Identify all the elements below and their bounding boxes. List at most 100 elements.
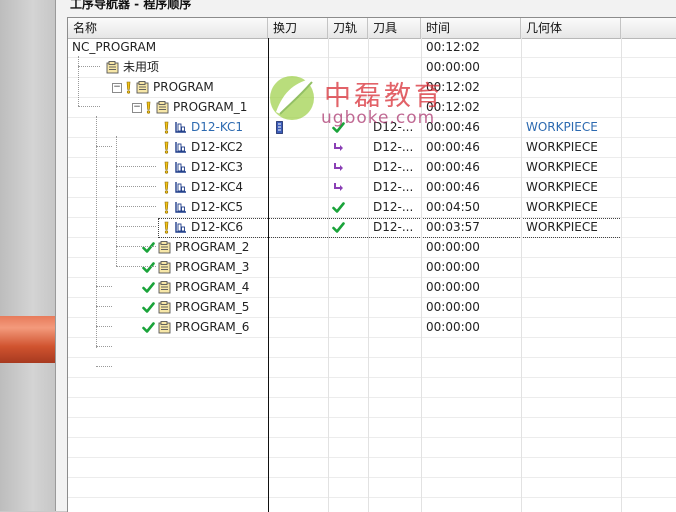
row-name: PROGRAM_6 [175, 320, 250, 334]
program-group-icon [158, 321, 171, 334]
tree-connector [96, 306, 112, 308]
tree-row[interactable]: 未用项 00:00:00 [68, 58, 676, 78]
warning-status-icon [164, 201, 169, 214]
empty-row [68, 418, 676, 438]
tree-connector [96, 326, 112, 328]
tree-row[interactable]: D12-KC2 D12-... 00:00:46 WORKPIECE [68, 138, 676, 158]
warning-status-icon [126, 81, 131, 94]
tree-row[interactable]: D12-KC1 D12-... 00:00:46 WORKPIECE [68, 118, 676, 138]
row-name: D12-KC5 [191, 200, 244, 214]
program-group-icon [156, 101, 169, 114]
warning-status-icon [164, 141, 169, 154]
tree-connector [116, 226, 156, 228]
row-name: PROGRAM [153, 80, 214, 94]
row-time: 00:00:00 [426, 300, 480, 314]
column-header-tool[interactable]: 刀具 [368, 18, 421, 38]
operation-icon [175, 202, 186, 213]
program-group-icon [106, 61, 119, 74]
tree-row[interactable]: D12-KC3 D12-... 00:00:46 WORKPIECE [68, 158, 676, 178]
tree-connector [96, 116, 98, 348]
column-header-tool-change[interactable]: 换刀 [268, 18, 328, 38]
tree-row[interactable]: − PROGRAM_1 00:12:02 [68, 98, 676, 118]
tree-row[interactable]: D12-KC5 D12-... 00:04:50 WORKPIECE [68, 198, 676, 218]
row-time: 00:00:00 [426, 60, 480, 74]
panel-title: 工序导航器 - 程序顺序 [70, 0, 192, 11]
tree-connector [96, 366, 112, 368]
completed-status-icon [142, 282, 155, 293]
operation-icon [175, 122, 186, 133]
column-divider [268, 38, 269, 512]
empty-row [68, 358, 676, 378]
tree-row[interactable]: NC_PROGRAM 00:12:02 [68, 38, 676, 58]
program-group-icon [158, 241, 171, 254]
row-time: 00:00:46 [426, 120, 480, 134]
tree-connector [96, 286, 112, 288]
tree-connector [116, 266, 156, 268]
row-time: 00:00:00 [426, 240, 480, 254]
operation-icon [175, 162, 186, 173]
table-header: 名称 换刀 刀轨 刀具 时间 几何体 [68, 18, 676, 39]
warning-status-icon [164, 181, 169, 194]
column-header-time[interactable]: 时间 [421, 18, 521, 38]
row-geometry: WORKPIECE [526, 140, 598, 154]
collapse-program-toggle[interactable]: − [112, 83, 122, 93]
row-time: 00:12:02 [426, 40, 480, 54]
program-group-icon [158, 301, 171, 314]
warning-status-icon [164, 161, 169, 174]
row-name: PROGRAM_3 [175, 260, 250, 274]
tree-row[interactable]: − PROGRAM 00:12:02 [68, 78, 676, 98]
column-divider [328, 38, 329, 512]
program-group-icon [136, 81, 149, 94]
toolpath-ok-icon [332, 202, 345, 213]
tree-connector [78, 56, 80, 106]
tree-row[interactable]: PROGRAM_6 00:00:00 [68, 318, 676, 338]
row-name: PROGRAM_4 [175, 280, 250, 294]
column-header-geometry[interactable]: 几何体 [521, 18, 621, 38]
program-group-icon [158, 281, 171, 294]
tree-connector [116, 166, 156, 168]
toolpath-regenerate-icon [334, 183, 343, 191]
column-divider [621, 38, 622, 512]
empty-row [68, 478, 676, 498]
row-name: D12-KC2 [191, 140, 244, 154]
operation-tree-table[interactable]: 名称 换刀 刀轨 刀具 时间 几何体 NC_PROGRAM 00:12:02 未用项… [67, 17, 676, 512]
selected-row-outline [158, 218, 622, 238]
tree-connector [116, 186, 156, 188]
row-name: 未用项 [123, 60, 160, 74]
empty-row [68, 438, 676, 458]
collapse-group-toggle[interactable]: − [132, 103, 142, 113]
tree-connector [78, 66, 100, 68]
tree-row[interactable]: D12-KC4 D12-... 00:00:46 WORKPIECE [68, 178, 676, 198]
column-divider [421, 38, 422, 512]
tree-row[interactable]: PROGRAM_2 00:00:00 [68, 238, 676, 258]
empty-row [68, 398, 676, 418]
row-name: D12-KC3 [191, 160, 244, 174]
row-name: D12-KC1 [191, 120, 244, 134]
column-divider [521, 38, 522, 512]
column-header-spacer [621, 18, 676, 38]
row-name: PROGRAM_1 [173, 100, 248, 114]
toolpath-ok-icon [332, 122, 345, 133]
toolpath-regenerate-icon [334, 143, 343, 151]
row-time: 00:00:46 [426, 160, 480, 174]
viewport-background [0, 0, 55, 511]
tree-row[interactable]: PROGRAM_4 00:00:00 [68, 278, 676, 298]
tree-row[interactable]: PROGRAM_5 00:00:00 [68, 298, 676, 318]
column-header-name[interactable]: 名称 [68, 18, 268, 38]
row-geometry: WORKPIECE [526, 180, 598, 194]
row-tool: D12-... [373, 200, 414, 214]
completed-status-icon [142, 322, 155, 333]
column-header-toolpath[interactable]: 刀轨 [328, 18, 368, 38]
tree-connector [96, 146, 112, 148]
tree-row[interactable]: PROGRAM_3 00:00:00 [68, 258, 676, 278]
warning-status-icon [164, 121, 169, 134]
tree-connector [116, 206, 156, 208]
tree-connector [116, 246, 156, 248]
row-geometry: WORKPIECE [526, 200, 598, 214]
row-time: 00:00:00 [426, 280, 480, 294]
empty-row [68, 338, 676, 358]
row-time: 00:00:00 [426, 260, 480, 274]
row-geometry: WORKPIECE [526, 160, 598, 174]
row-name: PROGRAM_5 [175, 300, 250, 314]
row-geometry: WORKPIECE [526, 120, 598, 134]
